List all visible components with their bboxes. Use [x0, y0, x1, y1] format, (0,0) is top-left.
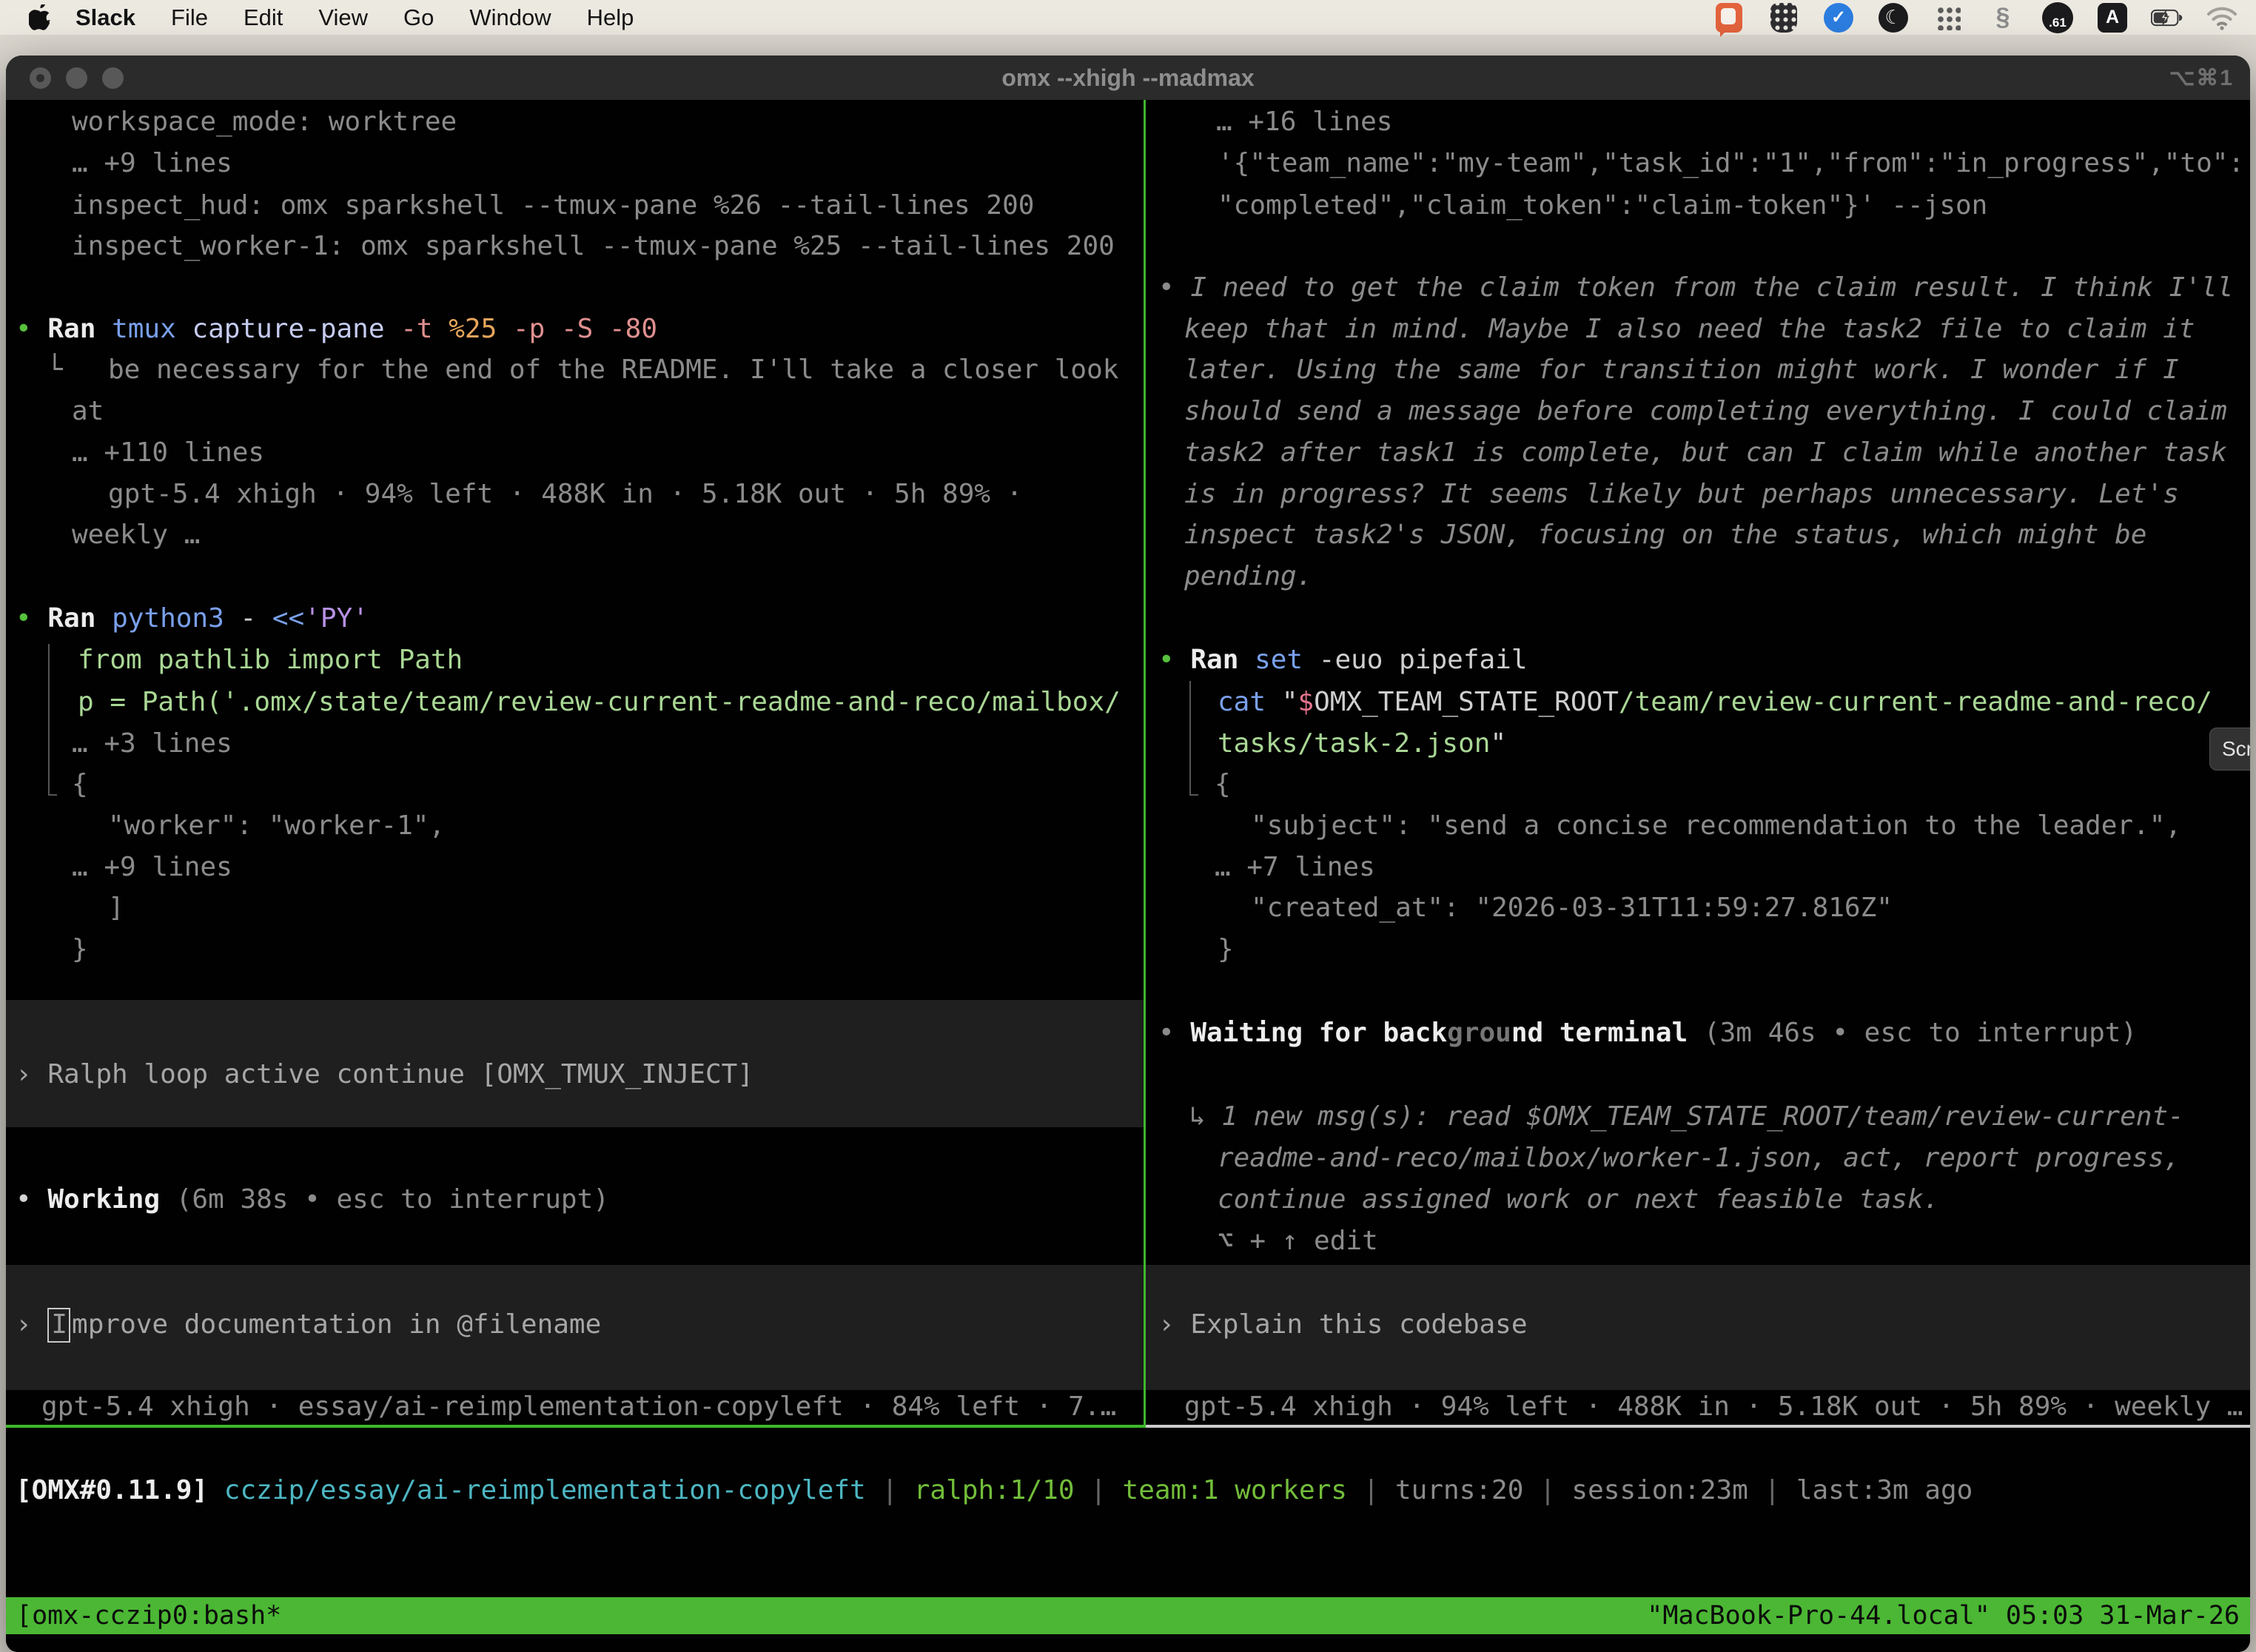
session-status-line: gpt-5.4 xhigh · essay/ai-reimplementatio…	[41, 1386, 1116, 1425]
output-line: be necessary for the end of the README. …	[108, 349, 1118, 391]
menu-item-file[interactable]: File	[153, 4, 226, 31]
output-line: … +110 lines	[72, 432, 264, 474]
menu-bar: Slack File Edit View Go Window Help ✓ ☾ …	[0, 0, 2256, 35]
output-line: at	[72, 391, 104, 432]
dots-grid-icon[interactable]	[1932, 2, 1964, 33]
thinking-line: pending.	[1184, 556, 1312, 597]
left-terminal-pane[interactable]: workspace_mode: worktree… +9 linesinspec…	[6, 100, 1144, 1425]
thinking-line: task2 after task1 is complete, but can I…	[1184, 432, 2227, 474]
log-line: inspect_worker-1: omx sparkshell --tmux-…	[72, 226, 1115, 267]
tmux-session-label: [omx-cczip0:bash*	[16, 1597, 281, 1634]
output-line: … +3 lines	[72, 723, 232, 765]
omx-hud-status-line: [OMX#0.11.9] cczip/essay/ai-reimplementa…	[16, 1470, 1973, 1511]
mailbox-hint-line: ↳ 1 new msg(s): read $OMX_TEAM_STATE_ROO…	[1189, 1096, 2184, 1138]
code-line: cat "$OMX_TEAM_STATE_ROOT/team/review-cu…	[1218, 682, 2212, 723]
battery-charging-icon[interactable]	[2151, 2, 2183, 33]
menu-item-view[interactable]: View	[301, 4, 386, 31]
menu-item-window[interactable]: Window	[451, 4, 568, 31]
omx-hud-pane: [OMX#0.11.9] cczip/essay/ai-reimplementa…	[6, 1427, 2250, 1597]
apple-logo-icon[interactable]	[27, 3, 53, 33]
mailbox-hint-line: continue assigned work or next feasible …	[1218, 1179, 1939, 1220]
thinking-line: later. Using the same for transition mig…	[1184, 349, 2179, 391]
log-line: '{"team_name":"my-team","task_id":"1","f…	[1218, 143, 2244, 184]
output-line: "subject": "send a concise recommendatio…	[1251, 805, 2181, 847]
ran-command-line: • Ran set -euo pipefail	[1158, 639, 1528, 681]
output-line: weekly …	[72, 514, 200, 556]
dark-mode-icon[interactable]: ☾	[1877, 2, 1910, 33]
pane-divider[interactable]	[1144, 100, 1146, 1427]
battery-61-badge-icon[interactable]: .61	[2041, 2, 2074, 33]
ran-command-line: • Ran tmux capture-pane -t %25 -p -S -80	[16, 309, 657, 350]
connector: └	[47, 349, 63, 391]
screen-tooltip: Scre	[2209, 728, 2250, 770]
output-line: … +9 lines	[72, 847, 232, 888]
squiggle-icon[interactable]: §	[1987, 2, 2019, 33]
wifi-icon[interactable]	[2206, 2, 2238, 33]
window-title-bar[interactable]: omx --xhigh --madmax ⌥⌘1	[6, 56, 2250, 100]
window-title: omx --xhigh --madmax	[6, 64, 2250, 92]
thinking-line: should send a message before completing …	[1184, 391, 2227, 432]
code-line: p = Path('.omx/state/team/review-current…	[78, 682, 1121, 723]
verified-badge-icon[interactable]: ✓	[1822, 2, 1855, 33]
code-line: from pathlib import Path	[78, 639, 463, 681]
output-line: gpt-5.4 xhigh · 94% left · 488K in · 5.1…	[108, 474, 1022, 515]
session-status-line: gpt-5.4 xhigh · 94% left · 488K in · 5.1…	[1184, 1386, 2243, 1425]
right-terminal-pane[interactable]: Scre … +16 lines'{"team_name":"my-team",…	[1146, 100, 2250, 1425]
output-line: … +7 lines	[1215, 847, 1375, 888]
ralph-status-line: › Ralph loop active continue [OMX_TMUX_I…	[16, 1054, 753, 1095]
window-shortcut: ⌥⌘1	[2169, 56, 2234, 100]
prompt-placeholder: › Improve documentation in @filename	[16, 1304, 601, 1346]
waiting-status-line: • Waiting for background terminal (3m 46…	[1158, 1013, 2137, 1054]
log-line: "completed","claim_token":"claim-token"}…	[1218, 185, 1987, 226]
input-source-icon[interactable]: A	[2096, 2, 2129, 33]
thinking-line: is in progress? It seems likely but perh…	[1184, 474, 2179, 515]
tmux-host-clock-label: "MacBook-Pro-44.local" 05:03 31-Mar-26	[1647, 1597, 2240, 1634]
log-line: … +9 lines	[72, 143, 232, 184]
edit-shortcut-hint: ⌥ + ↑ edit	[1218, 1220, 1378, 1262]
log-line: workspace_mode: worktree	[72, 101, 457, 143]
thinking-line: • I need to get the claim token from the…	[1158, 267, 2233, 309]
output-line: {	[1215, 764, 1231, 805]
mailbox-hint-line: readme-and-reco/mailbox/worker-1.json, a…	[1218, 1138, 2180, 1179]
prompt-placeholder: › Explain this codebase	[1158, 1304, 1528, 1346]
output-connector-line	[48, 644, 50, 796]
output-line: "worker": "worker-1",	[108, 805, 445, 847]
log-line: … +16 lines	[1216, 101, 1392, 143]
ran-command-line: • Ran python3 - <<'PY'	[16, 598, 369, 639]
menu-item-help[interactable]: Help	[569, 4, 652, 31]
thinking-line: inspect task2's JSON, focusing on the st…	[1184, 514, 2146, 556]
terminal-content: workspace_mode: worktree… +9 linesinspec…	[6, 100, 2250, 1652]
terminal-window: omx --xhigh --madmax ⌥⌘1 workspace_mode:…	[6, 56, 2250, 1652]
output-line: }	[1218, 929, 1234, 970]
output-line: }	[72, 929, 88, 970]
menu-item-slack[interactable]: Slack	[58, 4, 153, 31]
log-line: inspect_hud: omx sparkshell --tmux-pane …	[72, 185, 1034, 226]
working-status-line: • Working (6m 38s • esc to interrupt)	[16, 1179, 609, 1220]
menu-item-go[interactable]: Go	[386, 4, 451, 31]
screenshot-icon[interactable]	[1713, 2, 1745, 33]
menu-item-edit[interactable]: Edit	[226, 4, 301, 31]
privacy-grid-icon[interactable]	[1767, 2, 1800, 33]
output-line: ]	[108, 887, 124, 929]
output-line: "created_at": "2026-03-31T11:59:27.816Z"	[1251, 887, 1893, 929]
output-connector-line	[1189, 681, 1191, 796]
output-line: {	[72, 764, 88, 805]
code-line: tasks/task-2.json"	[1218, 723, 1506, 765]
thinking-line: keep that in mind. Maybe I also need the…	[1184, 309, 2195, 350]
desktop: { "menu_bar": { "apple_icon": "apple-log…	[0, 0, 2256, 1652]
tmux-status-bar: [omx-cczip0:bash* "MacBook-Pro-44.local"…	[6, 1597, 2250, 1634]
